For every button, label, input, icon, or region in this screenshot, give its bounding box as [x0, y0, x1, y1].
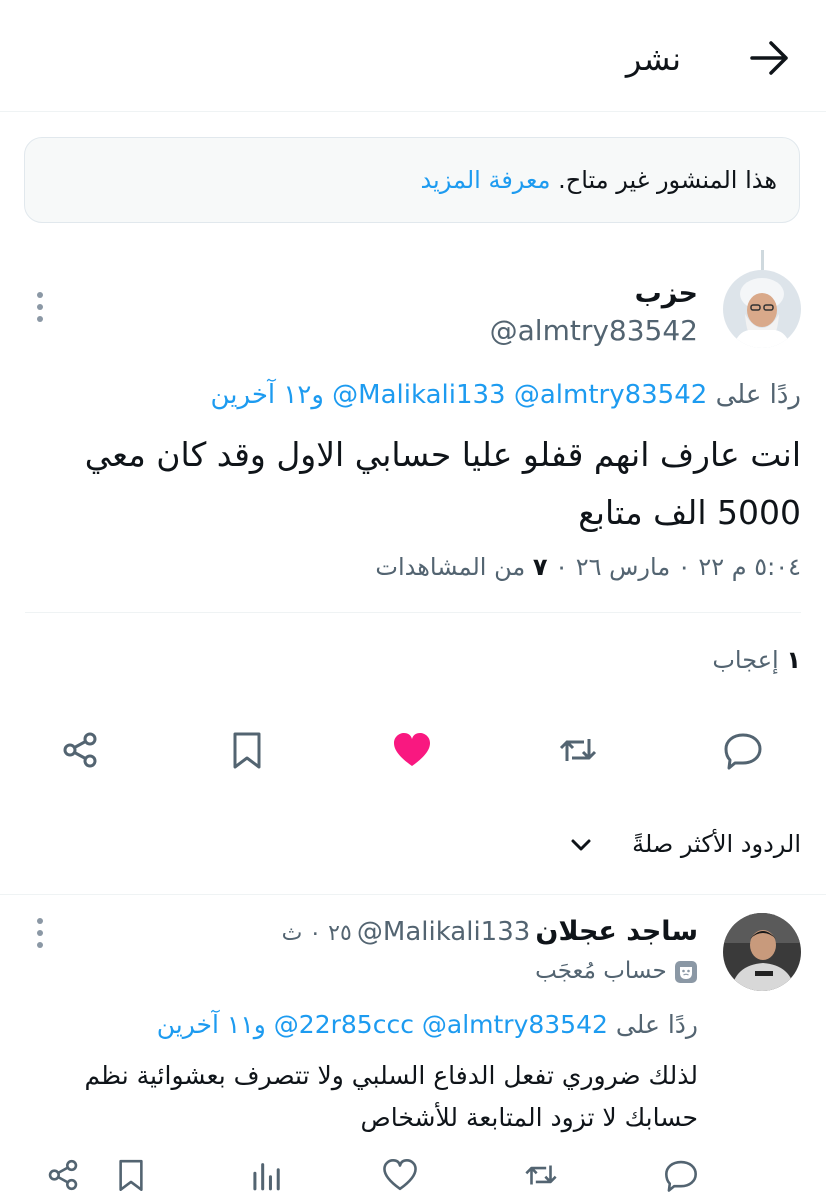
page-title: نشر: [625, 40, 681, 78]
mask-icon: [674, 960, 698, 984]
notice-text: هذا المنشور غير متاح.: [558, 166, 777, 194]
thread-line: [761, 250, 764, 270]
divider: [0, 894, 826, 895]
analytics-icon: [253, 1163, 280, 1191]
replies-sort-label[interactable]: الردود الأكثر صلةً: [632, 830, 801, 858]
post-text-line-1: انت عارف انهم قفلو عليا حسابي الاول وقد …: [84, 435, 801, 474]
retweet-icon: [525, 1165, 557, 1185]
chevron-down-icon: [571, 839, 591, 851]
account-badge: حساب مُعجَب: [535, 958, 698, 984]
likes-count: ١: [786, 646, 801, 674]
account-badge-label: حساب مُعجَب: [535, 958, 667, 984]
unavailable-notice: هذا المنشور غير متاح. معرفة المزيد: [24, 137, 800, 223]
back-button[interactable]: [744, 34, 796, 82]
reply-retweet-button[interactable]: [522, 1156, 560, 1194]
reply-icon: [724, 733, 762, 770]
post-text-line-2: 5000 الف متابع: [578, 493, 801, 532]
reply-prefix: ردًا على: [715, 380, 801, 410]
reply-others-link[interactable]: و١١ آخرين: [157, 1010, 266, 1039]
views-count: ٧: [532, 553, 548, 581]
post-meta: ٥:٠٤ م ٢٢ ٠ مارس ٢٦ ٠ ٧ من المشاهدات: [375, 553, 801, 581]
learn-more-link[interactable]: معرفة المزيد: [420, 166, 550, 194]
share-icon: [63, 732, 97, 768]
retweet-button[interactable]: [556, 728, 600, 772]
divider: [25, 612, 801, 613]
reply-button[interactable]: [721, 728, 765, 772]
reply-mentions[interactable]: @Malikali133 @almtry83542: [332, 380, 707, 410]
reply-views-button[interactable]: [248, 1156, 286, 1194]
reply-display-name[interactable]: ساجد عجلان: [535, 916, 698, 947]
reply-time[interactable]: ٢٥ ٠ ث: [282, 921, 352, 946]
avatar[interactable]: [723, 270, 801, 348]
post-timestamp[interactable]: ٥:٠٤ م ٢٢ ٠ مارس ٢٦ ٠: [555, 553, 801, 581]
reply-bookmark-button[interactable]: [112, 1156, 150, 1194]
heart-icon: [394, 733, 430, 766]
reply-context: ردًا على @Malikali133 @almtry83542 و١٢ آ…: [210, 380, 801, 410]
reply-more-button[interactable]: [34, 916, 46, 950]
reply-context: ردًا على @22r85ccc @almtry83542 و١١ آخري…: [157, 1010, 698, 1039]
likes-summary[interactable]: ١ إعجاب: [712, 646, 801, 674]
views-label: من المشاهدات: [375, 553, 526, 581]
reply-like-button[interactable]: [381, 1156, 419, 1194]
retweet-icon: [559, 739, 597, 761]
bookmark-button[interactable]: [225, 728, 269, 772]
heart-icon: [383, 1159, 417, 1191]
bookmark-icon: [119, 1159, 143, 1191]
arrow-right-icon: [750, 41, 788, 75]
like-button[interactable]: [390, 728, 434, 772]
replies-sort-toggle[interactable]: [568, 834, 594, 856]
header-divider: [0, 111, 826, 112]
reply-others-link[interactable]: و١٢ آخرين: [210, 380, 323, 410]
display-name[interactable]: حزب: [635, 278, 698, 309]
reply-reply-button[interactable]: [662, 1156, 700, 1194]
reply-share-button[interactable]: [44, 1156, 82, 1194]
reply-icon: [665, 1160, 697, 1192]
more-icon: [37, 918, 43, 948]
reply-mentions[interactable]: @22r85ccc @almtry83542: [274, 1010, 608, 1039]
reply-text-line-1: لذلك ضروري تفعل الدفاع السلبي ولا تتصرف …: [84, 1061, 698, 1090]
user-handle[interactable]: @almtry83542: [490, 314, 698, 347]
reply-prefix: ردًا على: [615, 1010, 698, 1039]
share-button[interactable]: [58, 728, 102, 772]
likes-label: إعجاب: [712, 646, 779, 674]
reply-avatar[interactable]: [723, 913, 801, 991]
share-icon: [48, 1159, 78, 1191]
more-button[interactable]: [34, 290, 46, 324]
bookmark-icon: [233, 732, 261, 769]
reply-header: ساجد عجلان @Malikali133 ٢٥ ٠ ث: [282, 916, 698, 947]
reply-handle[interactable]: @Malikali133: [357, 917, 530, 947]
more-icon: [37, 292, 43, 322]
reply-text-line-2: حسابك لا تزود المتابعة للأشخاص: [360, 1103, 698, 1132]
